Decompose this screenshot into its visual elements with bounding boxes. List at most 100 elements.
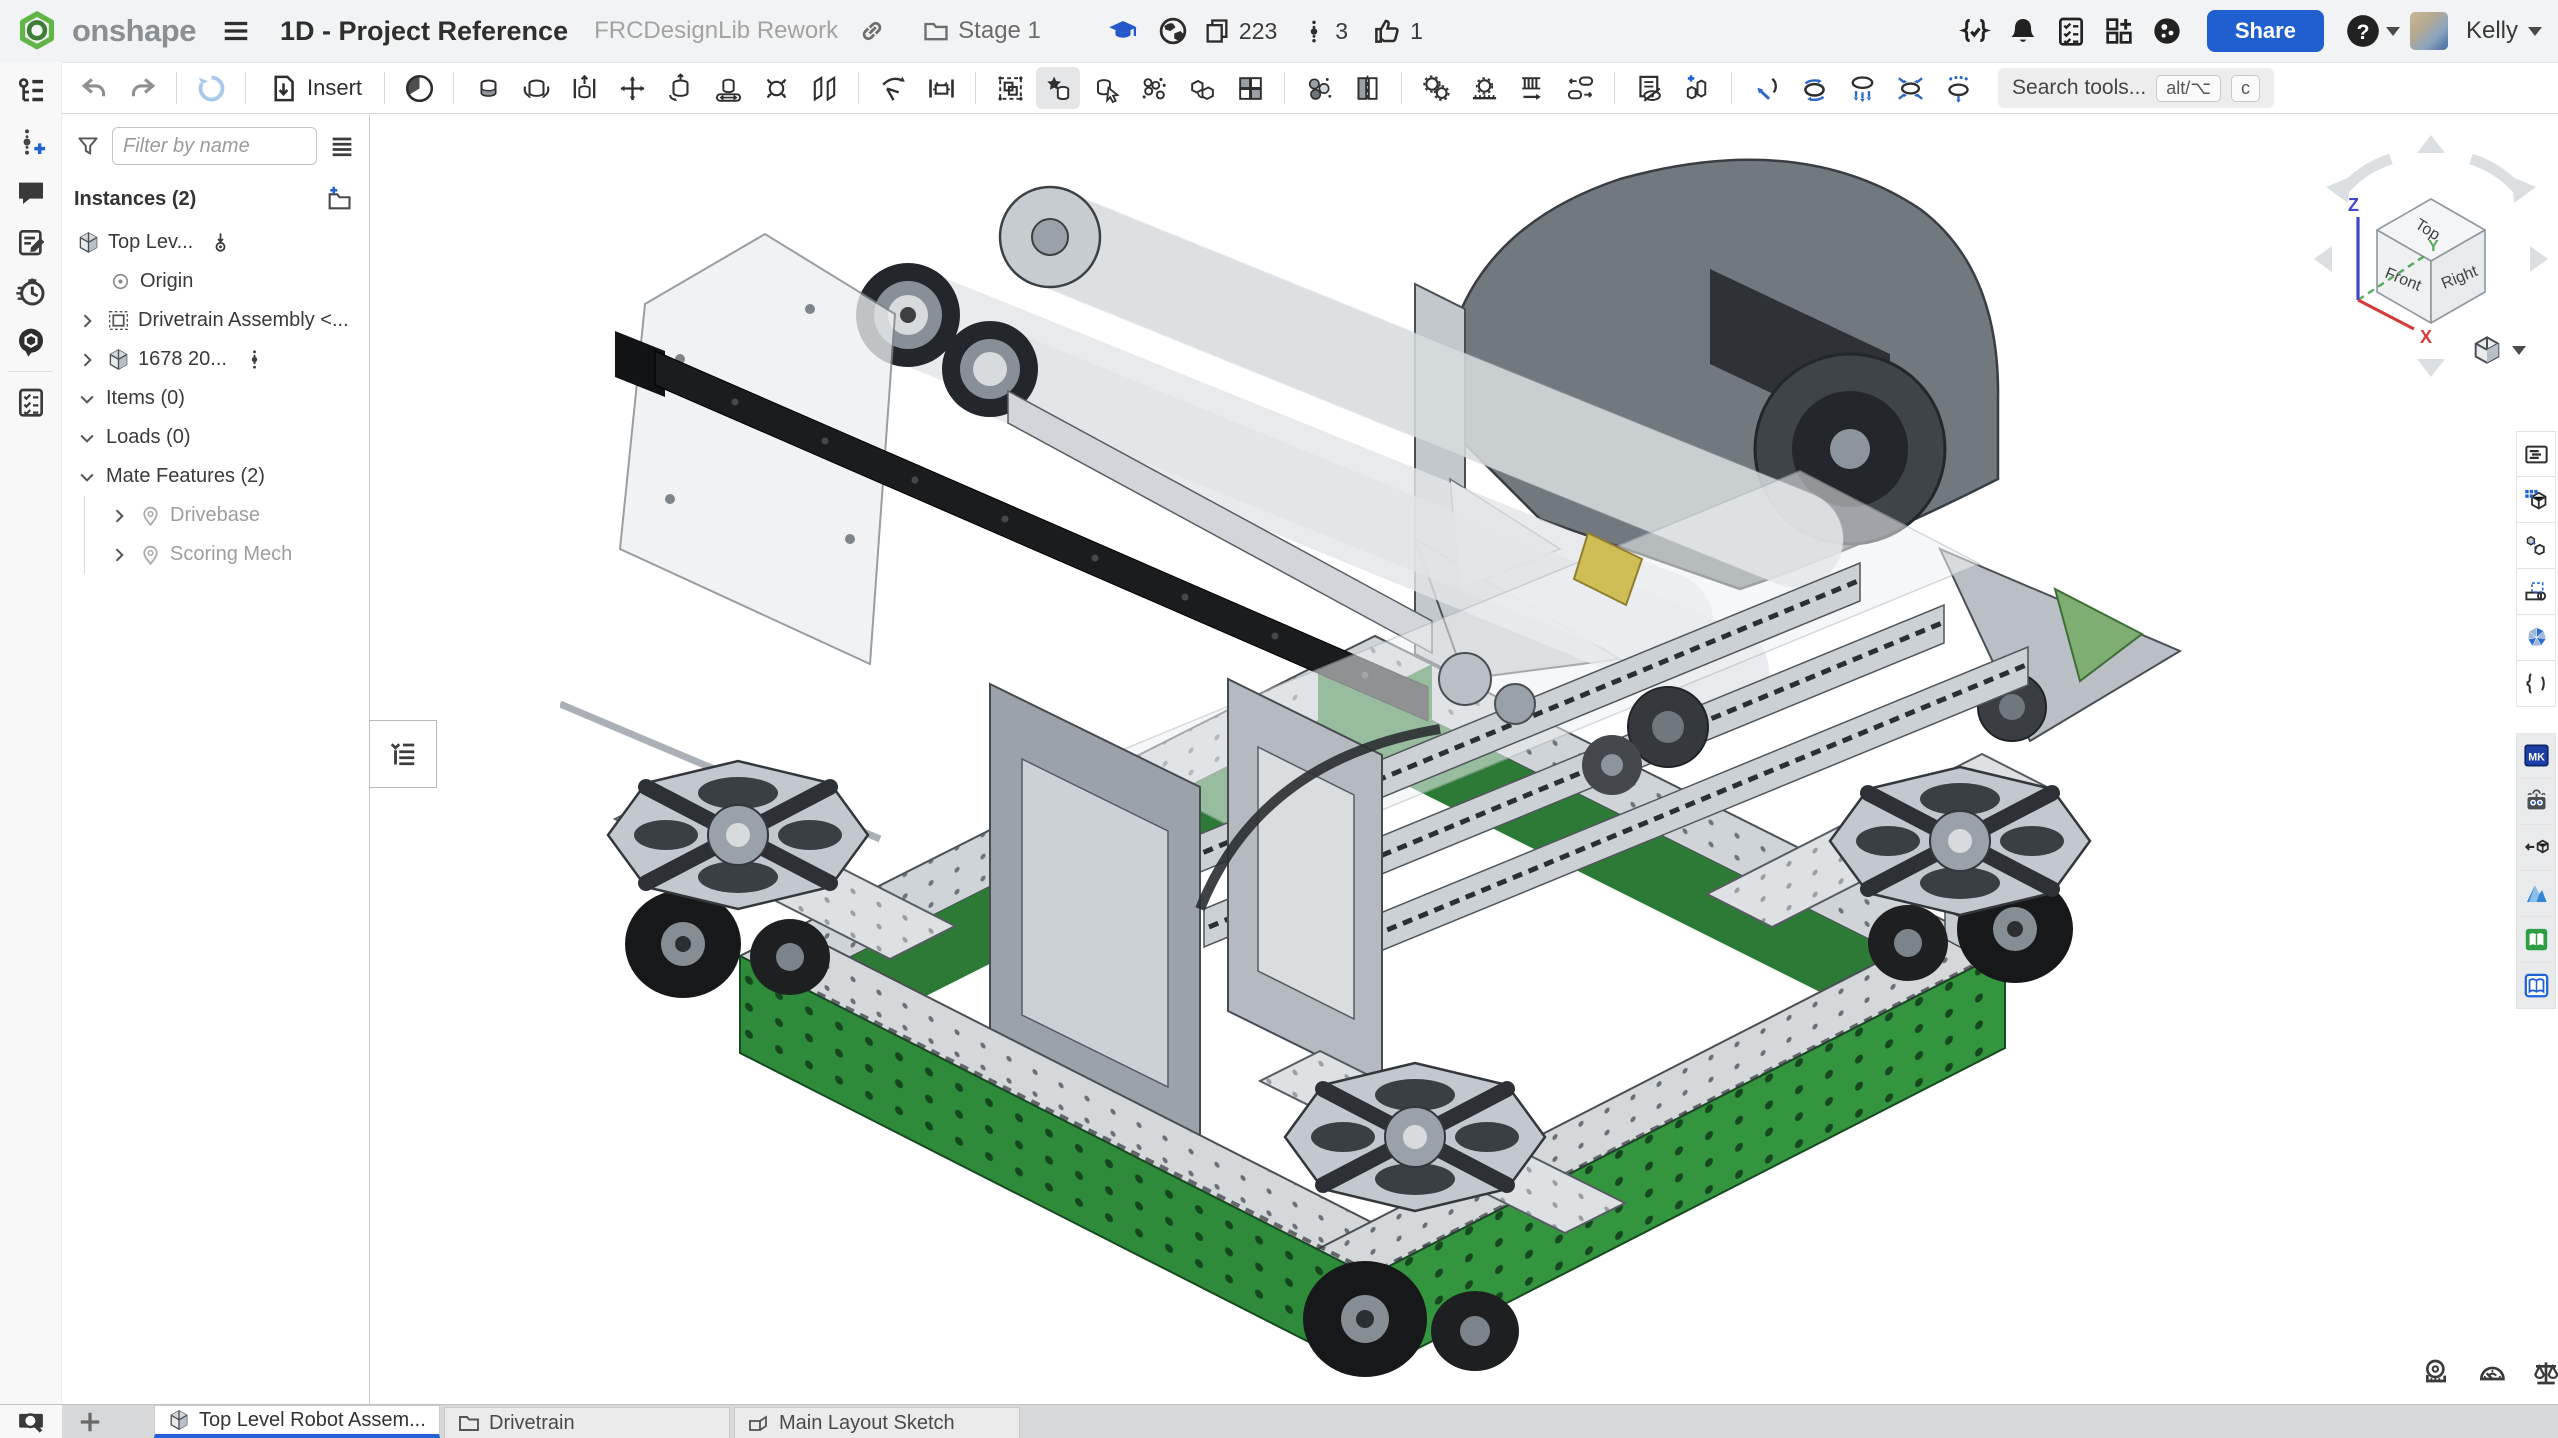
- tree-item-section-loads[interactable]: Loads (0): [62, 418, 369, 457]
- filter-funnel-icon[interactable]: [72, 130, 104, 162]
- bom-button[interactable]: [1627, 67, 1671, 109]
- tasks-checklist-icon[interactable]: [2051, 11, 2091, 51]
- user-menu-caret-icon[interactable]: [2528, 27, 2542, 36]
- assign-item-button[interactable]: [1675, 67, 1719, 109]
- belt-relation-button[interactable]: [1510, 67, 1554, 109]
- pin-slot-mate-button[interactable]: [706, 67, 750, 109]
- robot-app-icon[interactable]: [2516, 779, 2556, 825]
- display-states-button[interactable]: [397, 67, 441, 109]
- chevron-right-icon[interactable]: [104, 506, 134, 526]
- mate-connector-button[interactable]: [919, 67, 963, 109]
- ball-mate-button[interactable]: [754, 67, 798, 109]
- tree-item-instance-top-level[interactable]: Top Lev...: [62, 223, 369, 262]
- cylindrical-mate-button[interactable]: [658, 67, 702, 109]
- bom-panel-icon[interactable]: [2516, 477, 2556, 523]
- sheet-roll-panel-icon[interactable]: [2516, 569, 2556, 615]
- add-folder-icon[interactable]: [321, 181, 357, 217]
- tree-item-section-mate-features[interactable]: Mate Features (2): [62, 457, 369, 496]
- share-button[interactable]: Share: [2207, 10, 2324, 52]
- tree-item-instance-origin[interactable]: Origin: [62, 262, 369, 301]
- anchor-icon[interactable]: [209, 231, 232, 254]
- dof-icon[interactable]: [243, 348, 266, 371]
- fastened-mate-button[interactable]: [466, 67, 510, 109]
- rollback-button[interactable]: [189, 67, 233, 109]
- versions-stat[interactable]: 3: [1301, 18, 1348, 45]
- peak-app-icon[interactable]: [2516, 871, 2556, 917]
- main-menu-icon[interactable]: [216, 11, 256, 51]
- blue-book-app-icon[interactable]: [2516, 963, 2556, 1009]
- features-drawer-button[interactable]: [369, 720, 437, 788]
- featurescript-icon[interactable]: [1955, 11, 1995, 51]
- revolute-mate-button[interactable]: [514, 67, 558, 109]
- search-tools-button[interactable]: Search tools...alt/⌥c: [1998, 68, 2274, 108]
- configurations-button[interactable]: [1228, 67, 1272, 109]
- view-display-menu[interactable]: [2470, 333, 2526, 367]
- onshape-logo-icon[interactable]: [16, 10, 58, 52]
- tab-drivetrain[interactable]: Drivetrain: [444, 1407, 730, 1438]
- rack-pinion-relation-button[interactable]: [1462, 67, 1506, 109]
- filter-input[interactable]: [112, 127, 317, 165]
- graphics-area[interactable]: Top Front Right Y Z X MK: [370, 115, 2558, 1404]
- screw-relation-button[interactable]: [1558, 67, 1602, 109]
- add-tab-button[interactable]: [62, 1405, 118, 1438]
- user-name[interactable]: Kelly: [2466, 17, 2518, 45]
- learning-center-icon[interactable]: [11, 322, 51, 362]
- cookie-settings-icon[interactable]: [2147, 11, 2187, 51]
- group-mate-button[interactable]: [871, 67, 915, 109]
- robot-3d-model[interactable]: [560, 119, 2220, 1404]
- slider-mate-button[interactable]: [562, 67, 606, 109]
- insert-derived-panel-icon[interactable]: [2516, 523, 2556, 569]
- replicate-button[interactable]: [1132, 67, 1176, 109]
- section-view-button[interactable]: [1345, 67, 1389, 109]
- history-icon[interactable]: [11, 272, 51, 312]
- select-instance-button[interactable]: [1084, 67, 1128, 109]
- tree-item-instance-drivetrain-assembly[interactable]: Drivetrain Assembly <...: [62, 301, 369, 340]
- search-tabs-button[interactable]: [0, 1405, 62, 1438]
- notifications-bell-icon[interactable]: [2003, 11, 2043, 51]
- release-notes-icon[interactable]: [11, 222, 51, 262]
- chevron-down-icon[interactable]: [72, 467, 102, 487]
- chevron-down-icon[interactable]: [72, 428, 102, 448]
- public-globe-icon[interactable]: [1153, 11, 1193, 51]
- user-avatar[interactable]: [2410, 12, 2448, 50]
- versions-icon[interactable]: [11, 122, 51, 162]
- animate-button[interactable]: [1792, 67, 1836, 109]
- insert-button[interactable]: Insert: [258, 67, 372, 109]
- chevron-down-icon[interactable]: [72, 389, 102, 409]
- education-cap-icon[interactable]: [1103, 11, 1143, 51]
- pattern-button[interactable]: [1180, 67, 1224, 109]
- follow-checklist-icon[interactable]: [11, 382, 51, 422]
- snapshot-button[interactable]: [988, 67, 1032, 109]
- chevron-right-icon[interactable]: [72, 350, 102, 370]
- link-icon[interactable]: [852, 11, 892, 51]
- export-cube-app-icon[interactable]: [2516, 825, 2556, 871]
- tape-measure-icon[interactable]: [2418, 1353, 2458, 1393]
- undo-button[interactable]: [72, 67, 116, 109]
- collapse-button[interactable]: [1840, 67, 1884, 109]
- breadcrumb[interactable]: Stage 1: [922, 17, 1041, 45]
- render-panel-icon[interactable]: [2516, 615, 2556, 661]
- app-launcher-icon[interactable]: [2099, 11, 2139, 51]
- named-positions-button[interactable]: [1036, 67, 1080, 109]
- explode-view-button[interactable]: [1744, 67, 1788, 109]
- planar-mate-button[interactable]: [610, 67, 654, 109]
- variables-panel-icon[interactable]: [2516, 661, 2556, 707]
- chevron-right-icon[interactable]: [72, 311, 102, 331]
- parallel-mate-button[interactable]: [802, 67, 846, 109]
- explode-steps-button[interactable]: [1936, 67, 1980, 109]
- appearance-button[interactable]: [1297, 67, 1341, 109]
- help-button[interactable]: ?: [2344, 12, 2400, 50]
- comments-icon[interactable]: [11, 172, 51, 212]
- likes-stat[interactable]: 1: [1372, 16, 1423, 46]
- tree-item-mate-scoring-mech[interactable]: Scoring Mech: [62, 535, 369, 574]
- model-tree-panel-icon[interactable]: [2516, 431, 2556, 477]
- list-view-icon[interactable]: [325, 129, 359, 163]
- tree-item-section-items[interactable]: Items (0): [62, 379, 369, 418]
- redo-button[interactable]: [120, 67, 164, 109]
- gear-relation-button[interactable]: [1414, 67, 1458, 109]
- chevron-right-icon[interactable]: [104, 545, 134, 565]
- copies-stat[interactable]: 223: [1203, 17, 1277, 45]
- tab-main-layout-sketch[interactable]: Main Layout Sketch: [734, 1407, 1020, 1438]
- mk-app-icon[interactable]: MK: [2516, 733, 2556, 779]
- document-outline-icon[interactable]: [11, 72, 51, 112]
